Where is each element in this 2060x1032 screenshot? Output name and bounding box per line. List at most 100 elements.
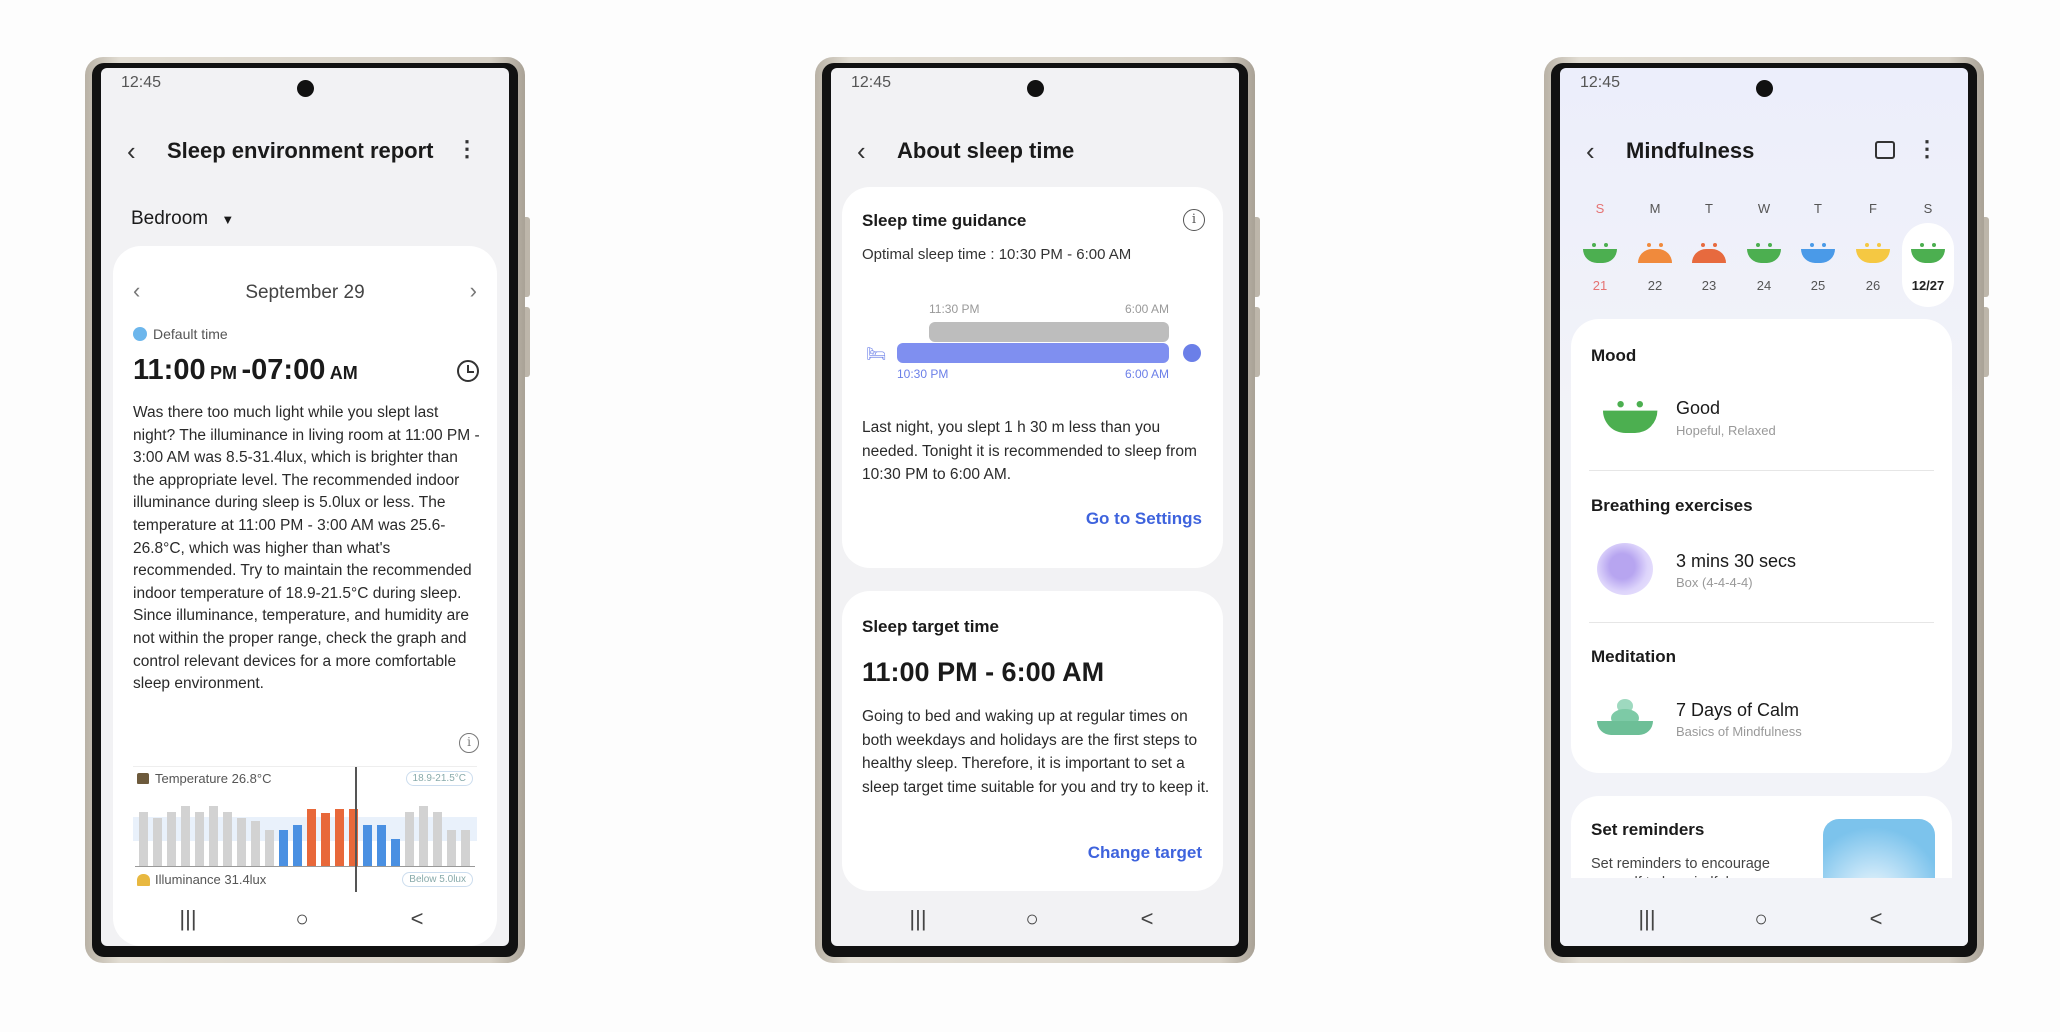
optimal-start-label: 10:30 PM xyxy=(897,367,949,381)
camera-cutout xyxy=(297,80,314,97)
divider xyxy=(1589,470,1934,471)
status-time: 12:45 xyxy=(851,74,892,91)
temperature-bar-normal xyxy=(153,818,162,866)
change-target-link[interactable]: Change target xyxy=(1088,843,1202,863)
sleep-time-range: 11:00 PM -07:00 AM xyxy=(133,354,358,386)
page-title: Sleep environment report xyxy=(167,138,434,163)
temperature-bar-normal xyxy=(419,806,428,866)
temperature-bar-normal xyxy=(139,812,148,866)
sleep-guidance-card: Sleep time guidance i Optimal sleep time… xyxy=(842,187,1223,568)
sad-mood-icon[interactable] xyxy=(1692,243,1726,263)
illuminance-icon xyxy=(137,874,150,886)
day-letter: T xyxy=(1705,201,1713,216)
day-letter: T xyxy=(1814,201,1822,216)
day-letter: F xyxy=(1869,201,1877,216)
recents-button[interactable]: ||| xyxy=(898,906,938,932)
happy-mood-icon[interactable] xyxy=(1801,243,1835,263)
day-date[interactable]: 23 xyxy=(1683,278,1735,293)
optimal-sleep-bar xyxy=(897,343,1169,363)
day-letter: W xyxy=(1757,201,1771,216)
temperature-bars xyxy=(135,789,475,867)
temperature-bar-normal xyxy=(209,806,218,866)
screen: 12:45 ‹ Mindfulness ⋮ S 21 M 22 T 23 W 24 T 25 F 26… xyxy=(1560,68,1968,946)
temperature-label: Temperature 26.8°C xyxy=(155,771,272,786)
camera-cutout xyxy=(1756,80,1773,97)
breathing-subtitle: Box (4-4-4-4) xyxy=(1676,575,1753,590)
guidance-text: Last night, you slept 1 h 30 m less than… xyxy=(862,419,1197,484)
meditation-icon xyxy=(1597,699,1653,739)
good-mood-icon xyxy=(1603,401,1658,433)
report-description: Was there too much light while you slept… xyxy=(133,404,480,693)
happy-mood-icon[interactable] xyxy=(1911,243,1945,263)
info-icon[interactable]: i xyxy=(459,733,479,753)
temperature-bar-normal xyxy=(265,830,274,866)
day-letter: S xyxy=(1595,201,1605,216)
day-date[interactable]: 21 xyxy=(1574,278,1626,293)
info-icon[interactable]: i xyxy=(1183,209,1205,231)
temperature-bar-normal xyxy=(447,830,456,866)
room-label: Bedroom xyxy=(131,208,209,229)
selected-day-highlight xyxy=(1902,223,1954,307)
mood-value: Good xyxy=(1676,398,1721,418)
sad-mood-icon[interactable] xyxy=(1638,243,1672,263)
recents-button[interactable]: ||| xyxy=(1627,906,1667,932)
temperature-range-badge: 18.9-21.5°C xyxy=(405,771,473,786)
temperature-bar-low xyxy=(279,830,288,866)
time-cursor[interactable] xyxy=(355,767,357,892)
target-title: Sleep target time xyxy=(862,617,999,636)
guidance-title: Sleep time guidance xyxy=(862,211,1027,230)
actual-end-label: 6:00 AM xyxy=(1124,302,1169,316)
recents-button[interactable]: ||| xyxy=(168,906,208,932)
phone-about-sleep-time: 12:45 ‹ About sleep time Sleep time guid… xyxy=(815,57,1260,963)
reminders-title: Set reminders xyxy=(1591,820,1705,839)
happy-mood-icon[interactable] xyxy=(1583,243,1617,263)
home-button[interactable]: ○ xyxy=(282,906,322,932)
divider xyxy=(1589,622,1934,623)
day-date[interactable]: 22 xyxy=(1629,278,1681,293)
back-button[interactable]: ‹ xyxy=(857,136,866,167)
illuminance-label: Illuminance 31.4lux xyxy=(155,872,267,887)
nav-back-button[interactable]: < xyxy=(1856,906,1896,932)
more-options-icon[interactable]: ⋮ xyxy=(1916,136,1938,162)
temperature-bar-high xyxy=(321,813,330,866)
go-to-settings-link[interactable]: Go to Settings xyxy=(1086,509,1202,529)
temperature-bar-normal xyxy=(195,812,204,866)
breathing-title: Breathing exercises xyxy=(1591,496,1753,515)
room-dropdown[interactable]: Bedroom ▼ xyxy=(131,208,234,230)
home-button[interactable]: ○ xyxy=(1012,906,1052,932)
screen: 12:45 ‹ Sleep environment report ⋮ Bedro… xyxy=(101,68,509,946)
calendar-icon[interactable] xyxy=(1875,141,1895,159)
actual-sleep-bar xyxy=(929,322,1169,342)
illuminance-range-badge: Below 5.0lux xyxy=(402,872,473,887)
mood-subtitle: Hopeful, Relaxed xyxy=(1676,423,1776,438)
nav-back-button[interactable]: < xyxy=(1127,906,1167,932)
home-button[interactable]: ○ xyxy=(1741,906,1781,932)
default-time-label: Default time xyxy=(153,326,228,342)
day-date[interactable]: 24 xyxy=(1738,278,1790,293)
day-letter: S xyxy=(1923,201,1933,216)
day-date[interactable]: 25 xyxy=(1792,278,1844,293)
day-date[interactable]: 12/27 xyxy=(1902,278,1954,293)
optimal-end-label: 6:00 AM xyxy=(1124,367,1169,381)
sleep-target-card: Sleep target time 11:00 PM - 6:00 AM Goi… xyxy=(842,591,1223,891)
next-date-button[interactable]: › xyxy=(470,278,477,304)
bed-icon: 🛏 xyxy=(866,346,887,363)
camera-cutout xyxy=(1027,80,1044,97)
temperature-bar-low xyxy=(391,839,400,866)
target-text: Going to bed and waking up at regular ti… xyxy=(862,708,1210,796)
back-button[interactable]: ‹ xyxy=(127,136,136,167)
default-time-icon xyxy=(133,327,147,341)
temperature-bar-normal xyxy=(461,830,470,866)
day-date[interactable]: 26 xyxy=(1847,278,1899,293)
page-title: Mindfulness xyxy=(1626,138,1755,163)
more-options-icon[interactable]: ⋮ xyxy=(456,136,478,162)
meditation-value: 7 Days of Calm xyxy=(1676,700,1800,720)
back-button[interactable]: ‹ xyxy=(1586,136,1595,167)
dropdown-arrow-icon: ▼ xyxy=(221,212,235,227)
temperature-bar-low xyxy=(363,825,372,866)
happy-mood-icon[interactable] xyxy=(1856,243,1890,263)
nav-back-button[interactable]: < xyxy=(397,906,437,932)
clock-edit-icon[interactable] xyxy=(457,360,479,382)
happy-mood-icon[interactable] xyxy=(1747,243,1781,263)
temperature-bar-high xyxy=(307,809,316,866)
